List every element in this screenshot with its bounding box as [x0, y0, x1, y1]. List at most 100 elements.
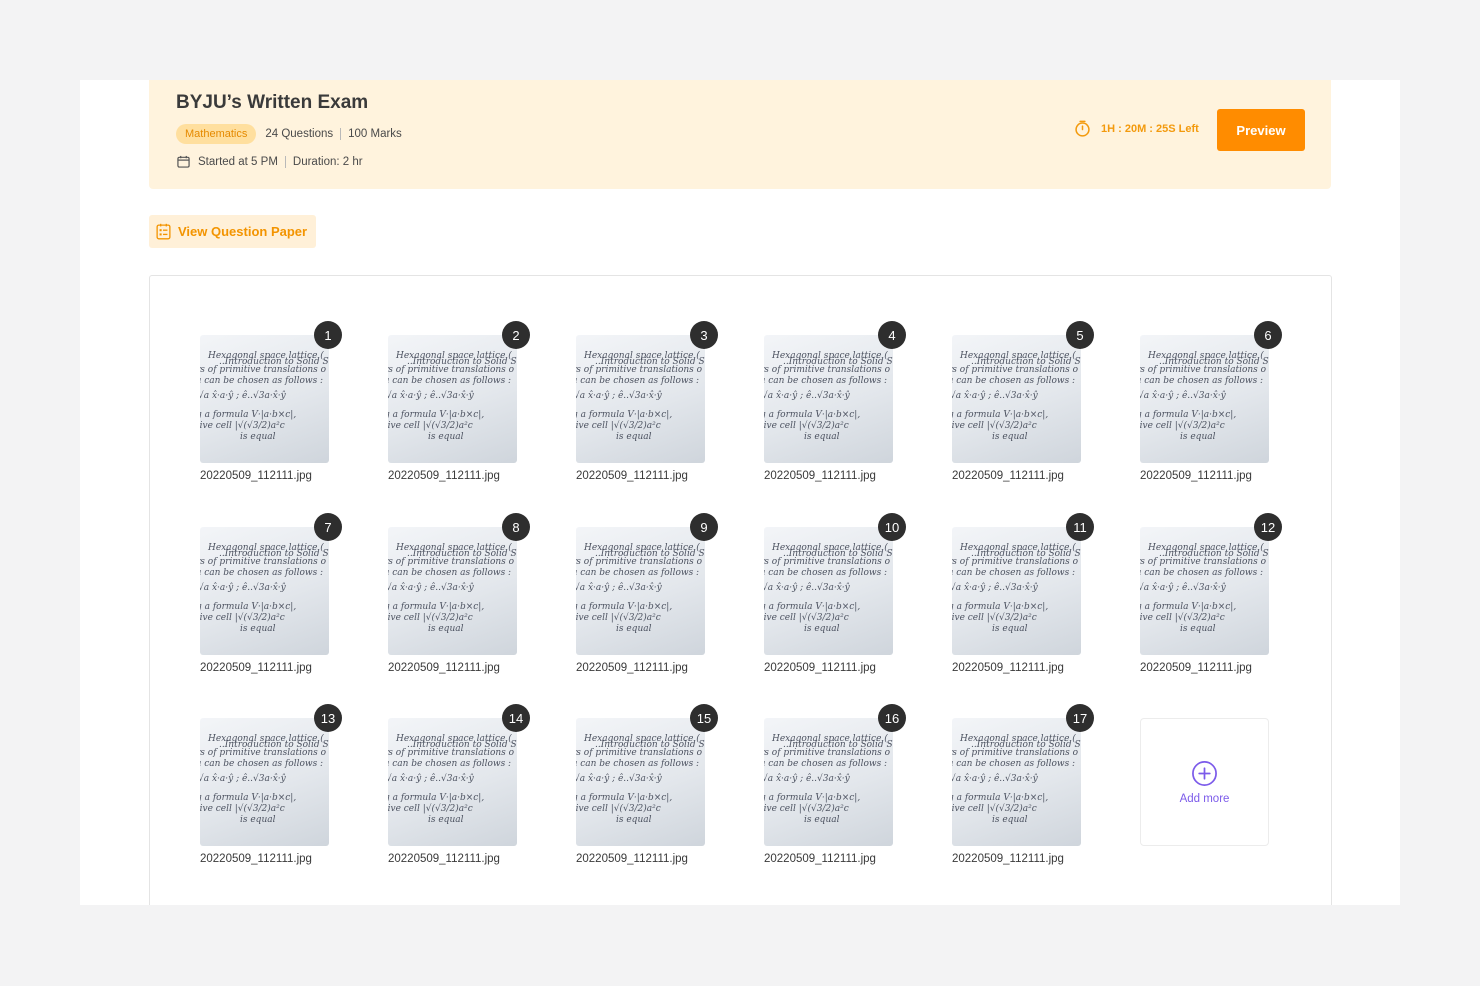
uploaded-image-tile[interactable]: Hexagonal space lattice (..Introduction …: [388, 704, 530, 868]
start-time: Started at 5 PM: [198, 155, 278, 168]
exam-schedule: Started at 5 PM Duration: 2 hr: [177, 155, 363, 168]
handwriting-line: a can be chosen as follows :: [764, 759, 888, 769]
handwriting-line: g a formula V·|a·b×c|,: [764, 793, 861, 803]
handwriting-line: √a x̂·a·ŷ ; ê..√3a·x̂·ŷ: [388, 583, 474, 593]
uploaded-image-tile[interactable]: Hexagonal space lattice (..Introduction …: [764, 321, 906, 485]
file-name: 20220509_112111.jpg: [764, 662, 876, 674]
uploaded-image-tile[interactable]: Hexagonal space lattice (..Introduction …: [388, 321, 530, 485]
page-number-badge: 8: [502, 513, 530, 541]
handwriting-line: g a formula V·|a·b×c|,: [1140, 410, 1237, 420]
answer-sheet-thumbnail[interactable]: Hexagonal space lattice (..Introduction …: [764, 718, 893, 846]
divider: [340, 128, 342, 140]
handwriting-line: is equal: [1180, 432, 1216, 442]
answer-sheet-thumbnail[interactable]: Hexagonal space lattice (..Introduction …: [200, 335, 329, 463]
file-name: 20220509_112111.jpg: [200, 662, 312, 674]
handwriting-line: √a x̂·a·ŷ ; ê..√3a·x̂·ŷ: [952, 583, 1038, 593]
answer-sheet-thumbnail[interactable]: Hexagonal space lattice (..Introduction …: [388, 718, 517, 846]
handwriting-line: √a x̂·a·ŷ ; ê..√3a·x̂·ŷ: [764, 391, 850, 401]
uploaded-image-tile[interactable]: Hexagonal space lattice (..Introduction …: [576, 704, 718, 868]
exam-title: BYJU’s Written Exam: [176, 92, 369, 113]
uploaded-image-tile[interactable]: Hexagonal space lattice (..Introduction …: [200, 321, 342, 485]
uploaded-image-tile[interactable]: Hexagonal space lattice (..Introduction …: [200, 704, 342, 868]
handwriting-line: √a x̂·a·ŷ ; ê..√3a·x̂·ŷ: [388, 391, 474, 401]
page-number-badge: 13: [314, 704, 342, 732]
handwriting-line: a can be chosen as follows :: [388, 568, 512, 578]
exam-duration: Duration: 2 hr: [292, 155, 363, 168]
handwriting-line: √a x̂·a·ŷ ; ê..√3a·x̂·ŷ: [1140, 583, 1226, 593]
answer-sheet-thumbnail[interactable]: Hexagonal space lattice (..Introduction …: [200, 718, 329, 846]
file-name: 20220509_112111.jpg: [1140, 662, 1252, 674]
answer-sheet-thumbnail[interactable]: Hexagonal space lattice (..Introduction …: [200, 527, 329, 655]
handwriting-line: rs of primitive translations o: [388, 748, 515, 758]
answer-sheet-thumbnail[interactable]: Hexagonal space lattice (..Introduction …: [388, 335, 517, 463]
handwriting-line: rs of primitive translations o: [388, 365, 515, 375]
handwriting-line: √a x̂·a·ŷ ; ê..√3a·x̂·ŷ: [1140, 391, 1226, 401]
handwriting-line: is equal: [240, 815, 276, 825]
preview-button[interactable]: Preview: [1217, 109, 1305, 151]
handwriting-line: a can be chosen as follows :: [1140, 376, 1264, 386]
file-name: 20220509_112111.jpg: [952, 853, 1064, 865]
page-number-badge: 4: [878, 321, 906, 349]
handwriting-line: rs of primitive translations o: [576, 365, 703, 375]
uploaded-image-tile[interactable]: Hexagonal space lattice (..Introduction …: [952, 513, 1094, 677]
answer-sheet-thumbnail[interactable]: Hexagonal space lattice (..Introduction …: [952, 527, 1081, 655]
handwriting-line: is equal: [616, 815, 652, 825]
handwriting-line: √a x̂·a·ŷ ; ê..√3a·x̂·ŷ: [200, 391, 286, 401]
uploaded-image-tile[interactable]: Hexagonal space lattice (..Introduction …: [576, 321, 718, 485]
answer-sheet-thumbnail[interactable]: Hexagonal space lattice (..Introduction …: [1140, 335, 1269, 463]
handwriting-line: tive cell |√(√3/2)a²c: [388, 804, 473, 814]
file-name: 20220509_112111.jpg: [576, 470, 688, 482]
handwriting-line: a can be chosen as follows :: [576, 568, 700, 578]
uploaded-image-tile[interactable]: Hexagonal space lattice (..Introduction …: [576, 513, 718, 677]
handwriting-line: is equal: [992, 432, 1028, 442]
page-number-badge: 10: [878, 513, 906, 541]
handwriting-line: tive cell |√(√3/2)a²c: [952, 804, 1037, 814]
view-question-paper-button[interactable]: View Question Paper: [149, 215, 316, 248]
handwriting-line: tive cell |√(√3/2)a²c: [764, 613, 849, 623]
handwriting-line: is equal: [1180, 624, 1216, 634]
uploaded-image-tile[interactable]: Hexagonal space lattice (..Introduction …: [764, 513, 906, 677]
handwriting-line: tive cell |√(√3/2)a²c: [1140, 421, 1225, 431]
uploaded-image-tile[interactable]: Hexagonal space lattice (..Introduction …: [952, 704, 1094, 868]
uploaded-image-tile[interactable]: Hexagonal space lattice (..Introduction …: [200, 513, 342, 677]
handwriting-line: rs of primitive translations o: [952, 557, 1079, 567]
answer-sheet-thumbnail[interactable]: Hexagonal space lattice (..Introduction …: [1140, 527, 1269, 655]
handwriting-line: tive cell |√(√3/2)a²c: [952, 421, 1037, 431]
answer-sheet-thumbnail[interactable]: Hexagonal space lattice (..Introduction …: [764, 335, 893, 463]
uploaded-image-tile[interactable]: Hexagonal space lattice (..Introduction …: [1140, 321, 1282, 485]
uploaded-image-tile[interactable]: Hexagonal space lattice (..Introduction …: [1140, 513, 1282, 677]
answer-sheet-thumbnail[interactable]: Hexagonal space lattice (..Introduction …: [576, 718, 705, 846]
file-name: 20220509_112111.jpg: [952, 470, 1064, 482]
file-name: 20220509_112111.jpg: [576, 662, 688, 674]
handwriting-line: rs of primitive translations o: [576, 557, 703, 567]
handwriting-line: is equal: [428, 624, 464, 634]
handwriting-line: rs of primitive translations o: [764, 365, 891, 375]
uploaded-image-tile[interactable]: Hexagonal space lattice (..Introduction …: [388, 513, 530, 677]
page-number-badge: 14: [502, 704, 530, 732]
handwriting-line: g a formula V·|a·b×c|,: [764, 602, 861, 612]
handwriting-line: tive cell |√(√3/2)a²c: [576, 421, 661, 431]
answer-sheet-thumbnail[interactable]: Hexagonal space lattice (..Introduction …: [764, 527, 893, 655]
handwriting-line: a can be chosen as follows :: [952, 568, 1076, 578]
file-name: 20220509_112111.jpg: [388, 662, 500, 674]
answer-sheet-thumbnail[interactable]: Hexagonal space lattice (..Introduction …: [952, 335, 1081, 463]
answer-sheet-thumbnail[interactable]: Hexagonal space lattice (..Introduction …: [576, 527, 705, 655]
uploaded-image-tile[interactable]: Hexagonal space lattice (..Introduction …: [764, 704, 906, 868]
stopwatch-icon: [1075, 120, 1090, 137]
handwriting-line: √a x̂·a·ŷ ; ê..√3a·x̂·ŷ: [576, 391, 662, 401]
answer-sheet-thumbnail[interactable]: Hexagonal space lattice (..Introduction …: [952, 718, 1081, 846]
add-more-button[interactable]: Add more: [1140, 718, 1269, 846]
handwriting-line: √a x̂·a·ŷ ; ê..√3a·x̂·ŷ: [764, 774, 850, 784]
handwriting-line: a can be chosen as follows :: [576, 759, 700, 769]
uploaded-image-tile[interactable]: Hexagonal space lattice (..Introduction …: [952, 321, 1094, 485]
handwriting-line: g a formula V·|a·b×c|,: [952, 602, 1049, 612]
divider: [284, 155, 286, 168]
handwriting-line: √a x̂·a·ŷ ; ê..√3a·x̂·ŷ: [576, 583, 662, 593]
file-name: 20220509_112111.jpg: [388, 470, 500, 482]
handwriting-line: a can be chosen as follows :: [952, 759, 1076, 769]
answer-sheet-thumbnail[interactable]: Hexagonal space lattice (..Introduction …: [388, 527, 517, 655]
handwriting-line: a can be chosen as follows :: [1140, 568, 1264, 578]
handwriting-line: a can be chosen as follows :: [388, 376, 512, 386]
answer-sheet-thumbnail[interactable]: Hexagonal space lattice (..Introduction …: [576, 335, 705, 463]
subject-badge: Mathematics: [176, 124, 257, 144]
